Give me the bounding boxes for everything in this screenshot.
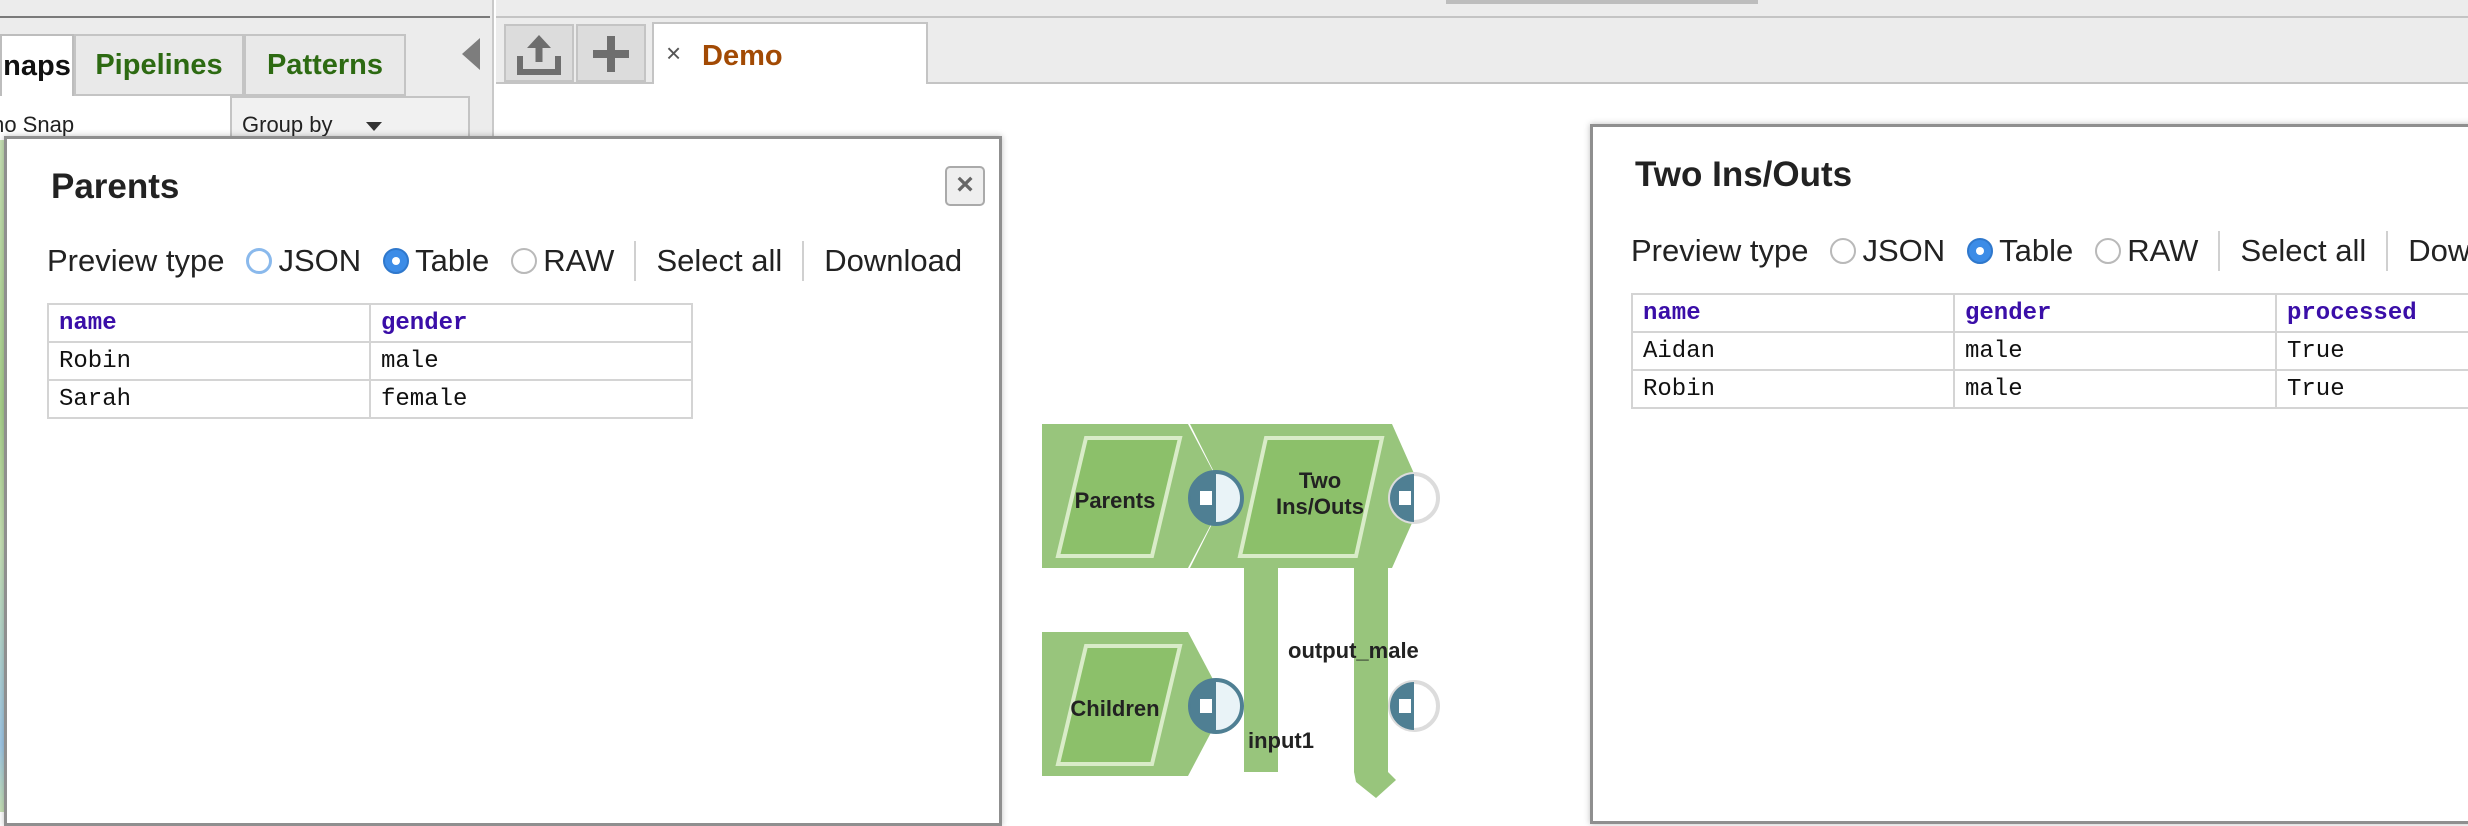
close-tab-icon[interactable]: × bbox=[666, 38, 681, 69]
column-header: name bbox=[1631, 293, 1955, 333]
view-label-output-male: output_male bbox=[1288, 638, 1419, 663]
add-pipeline-button[interactable] bbox=[576, 24, 646, 82]
preview-table: name gender Robin male Sarah female bbox=[47, 303, 693, 419]
snap-list-item-label: mo Snap bbox=[0, 112, 75, 137]
preview-type-row: Preview type JSON Table RAW Select all D… bbox=[1631, 231, 2468, 271]
snap-label-two-line1: Two bbox=[1299, 468, 1341, 493]
select-all-button[interactable]: Select all bbox=[656, 243, 782, 279]
tab-patterns[interactable]: Patterns bbox=[244, 34, 406, 96]
tab-snaps[interactable]: naps bbox=[0, 34, 74, 96]
preview-window-two-ins-outs: Two Ins/Outs Preview type JSON Table RAW… bbox=[1590, 124, 2468, 824]
radio-json-label[interactable]: JSON bbox=[1862, 233, 1945, 269]
panel-divider bbox=[0, 16, 490, 18]
preview-type-label: Preview type bbox=[47, 243, 225, 278]
snap-label-parents: Parents bbox=[1075, 488, 1156, 513]
download-button[interactable]: Download bbox=[824, 243, 962, 279]
snap-list-item[interactable]: mo Snap bbox=[0, 96, 234, 140]
radio-json[interactable] bbox=[246, 248, 273, 274]
table-cell: Robin bbox=[47, 341, 371, 381]
preview-title: Two Ins/Outs bbox=[1635, 155, 1853, 194]
horizontal-scrollbar[interactable] bbox=[1446, 0, 1758, 4]
chevron-down-icon bbox=[366, 122, 382, 131]
close-icon[interactable]: × bbox=[945, 166, 985, 206]
preview-table: name gender processed Aidan male True Ro… bbox=[1631, 293, 2468, 409]
collapse-panel-icon[interactable] bbox=[462, 38, 480, 70]
pipe-tail bbox=[1354, 772, 1396, 798]
table-cell: Robin bbox=[1631, 369, 1955, 409]
table-row[interactable]: Robin male True bbox=[1631, 369, 2468, 409]
download-button[interactable]: Down bbox=[2408, 233, 2468, 269]
group-by-dropdown[interactable]: Group by bbox=[230, 96, 470, 140]
radio-table[interactable] bbox=[383, 248, 410, 274]
table-header-row: name gender processed bbox=[1631, 293, 2468, 333]
upload-icon bbox=[517, 35, 561, 75]
table-cell: True bbox=[2275, 331, 2468, 371]
snap-label-children: Children bbox=[1070, 696, 1159, 721]
pipeline-canvas: Parents Two Ins/Outs Children output_mal… bbox=[1036, 420, 1476, 812]
port-children-output[interactable] bbox=[1188, 678, 1244, 734]
radio-json-label[interactable]: JSON bbox=[278, 243, 361, 279]
radio-json[interactable] bbox=[1830, 238, 1857, 264]
column-header: gender bbox=[1953, 293, 2277, 333]
table-cell: Aidan bbox=[1631, 331, 1955, 371]
table-row[interactable]: Sarah female bbox=[47, 379, 693, 419]
table-cell: female bbox=[369, 379, 693, 419]
divider bbox=[2218, 231, 2221, 271]
port-parents-output[interactable] bbox=[1188, 470, 1244, 526]
editor-tab-bar: × Demo bbox=[496, 18, 2468, 84]
table-cell: Sarah bbox=[47, 379, 371, 419]
table-header-row: name gender bbox=[47, 303, 693, 343]
preview-window-parents: Parents × Preview type JSON Table RAW Se… bbox=[4, 136, 1002, 826]
table-row[interactable]: Robin male bbox=[47, 341, 693, 381]
radio-table-label[interactable]: Table bbox=[1999, 233, 2073, 269]
divider bbox=[802, 241, 805, 281]
radio-table[interactable] bbox=[1967, 238, 1994, 264]
divider bbox=[634, 241, 637, 281]
radio-raw[interactable] bbox=[2095, 238, 2122, 264]
preview-title: Parents bbox=[51, 167, 180, 206]
table-cell: True bbox=[2275, 369, 2468, 409]
select-all-button[interactable]: Select all bbox=[2240, 233, 2366, 269]
column-header: gender bbox=[369, 303, 693, 343]
port-two-output-male[interactable] bbox=[1388, 680, 1440, 732]
radio-raw[interactable] bbox=[511, 248, 538, 274]
snap-label-two-line2: Ins/Outs bbox=[1276, 494, 1364, 519]
radio-table-label[interactable]: Table bbox=[415, 243, 489, 279]
table-cell: male bbox=[369, 341, 693, 381]
divider bbox=[2386, 231, 2389, 271]
radio-raw-label[interactable]: RAW bbox=[2127, 233, 2198, 269]
table-cell: male bbox=[1953, 369, 2277, 409]
preview-type-row: Preview type JSON Table RAW Select all D… bbox=[47, 241, 962, 281]
plus-icon bbox=[593, 36, 629, 72]
top-scrollbar-area bbox=[496, 0, 2468, 18]
tab-pipelines[interactable]: Pipelines bbox=[74, 34, 244, 96]
preview-type-label: Preview type bbox=[1631, 233, 1809, 268]
view-label-input1: input1 bbox=[1248, 728, 1314, 753]
tab-title: Demo bbox=[702, 40, 783, 72]
table-row[interactable]: Aidan male True bbox=[1631, 331, 2468, 371]
port-two-output[interactable] bbox=[1388, 472, 1440, 524]
group-by-label: Group by bbox=[242, 112, 333, 137]
column-header: processed bbox=[2275, 293, 2468, 333]
table-cell: male bbox=[1953, 331, 2277, 371]
column-header: name bbox=[47, 303, 371, 343]
pipe-connector-output bbox=[1354, 560, 1388, 772]
upload-button[interactable] bbox=[504, 24, 574, 82]
tab-demo[interactable]: × Demo bbox=[652, 22, 928, 84]
radio-raw-label[interactable]: RAW bbox=[543, 243, 614, 279]
